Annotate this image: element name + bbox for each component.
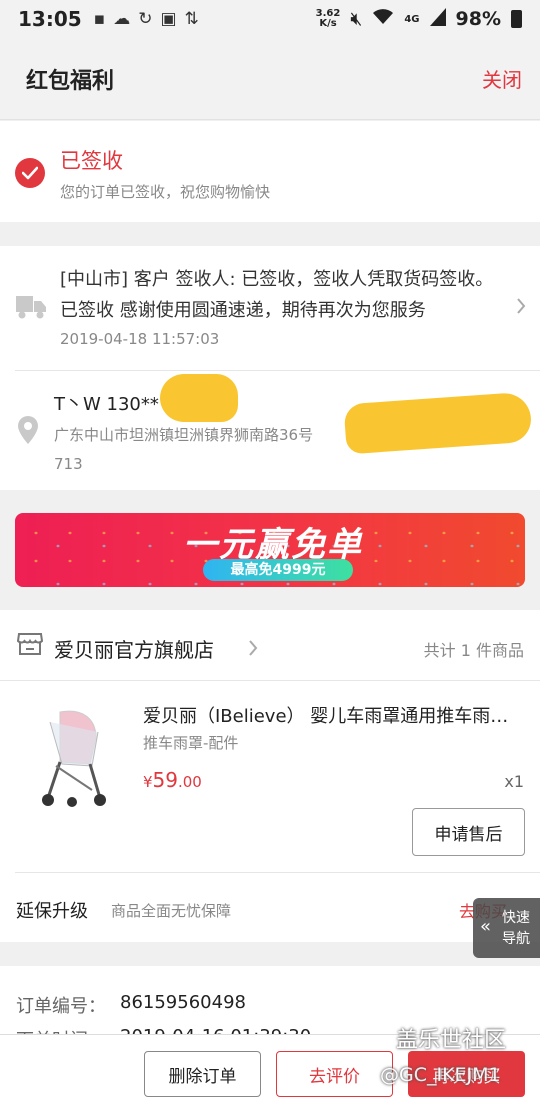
order-status-title: 已签收 [60,149,123,173]
delete-order-button[interactable]: 删除订单 [144,1051,261,1097]
battery-level: 98% [455,8,501,30]
logistics-card[interactable]: [中山市] 客户 签收人: 已签收，签收人凭取货码签收。 已签收 感谢使用圆通速… [0,246,540,490]
page-title: 红包福利 [26,68,115,94]
after-sale-button[interactable]: 申请售后 [412,808,525,856]
clock: 13:05 [18,7,82,31]
mute-icon: 🔇︎ [350,8,363,30]
privacy-mask [160,374,238,422]
net-speed: 3.62 K/s [315,8,341,29]
review-button[interactable]: 去评价 [276,1051,393,1097]
divider [15,872,540,873]
warranty-description: 商品全面无忧保障 [111,902,232,920]
store-header[interactable]: 爱贝丽官方旗舰店 共计 1 件商品 [0,610,540,681]
product-quantity: x1 [504,772,524,791]
warranty-label: 延保升级 [16,901,88,922]
status-bar: 13:05 ▪ ☁ ↻ ▣ ⇅ 3.62 K/s 🔇︎ 4G 98% [0,0,540,38]
page-header: 红包福利 关闭 [0,38,540,120]
product-spec: 推车雨罩-配件 [143,734,239,752]
cloud-icon: ☁ [113,9,131,29]
promo-banner[interactable]: 一元赢免单 最高免4999元 [15,513,525,587]
chevron-right-icon[interactable] [516,298,526,318]
store-card: 爱贝丽官方旗舰店 共计 1 件商品 爱贝丽（IBelieve） 婴儿车雨罩通用推… [0,610,540,942]
promo-banner-section: 一元赢免单 最高免4999元 [0,490,540,610]
quick-nav-label: 快速 导航 [502,910,530,947]
check-icon [15,158,45,188]
logistics-time: 2019-04-18 11:57:03 [60,330,220,348]
message-icon: ▪ [93,9,106,29]
product-image[interactable] [20,702,120,812]
wifi-icon [372,8,394,31]
store-icon [16,632,44,660]
product-price: ¥59.00 [143,768,202,792]
watermark: 盖乐世社区 @GC_IKEJM1 [380,1028,507,1086]
system-icons: 3.62 K/s 🔇︎ 4G 98% [315,7,522,31]
divider [15,370,540,371]
quick-nav-button[interactable]: « 快速 导航 [473,898,540,958]
item-count: 共计 1 件商品 [423,641,524,660]
logistics-message: [中山市] 客户 签收人: 已签收，签收人凭取货码签收。 已签收 感谢使用圆通速… [60,269,494,321]
product-name[interactable]: 爱贝丽（IBelieve） 婴儿车雨罩通用推车雨罩防风罩 [143,702,523,728]
location-pin-icon [17,416,39,448]
close-button[interactable]: 关闭 [482,64,522,93]
order-status-card: 已签收 您的订单已签收，祝您购物愉快 [0,121,540,222]
promo-subtitle: 最高免4999元 [203,559,353,581]
order-number-label: 订单编号： [16,996,106,1017]
notification-icons: ▪ ☁ ↻ ▣ ⇅ [94,9,199,29]
store-name: 爱贝丽官方旗舰店 [54,638,214,662]
image-icon: ▣ [160,9,177,29]
recipient-name: T丶W 130** [54,394,159,415]
chevron-right-icon [248,640,258,660]
order-status-subtitle: 您的订单已签收，祝您购物愉快 [60,183,271,201]
data-transfer-icon: ⇅ [184,9,199,29]
order-number[interactable]: 86159560498 [120,992,246,1013]
double-chevron-left-icon: « [480,916,492,937]
sync-icon: ↻ [138,9,153,29]
battery-icon [511,10,522,28]
network-type: 4G [404,13,420,25]
truck-icon [16,294,46,324]
signal-icon [429,7,446,31]
